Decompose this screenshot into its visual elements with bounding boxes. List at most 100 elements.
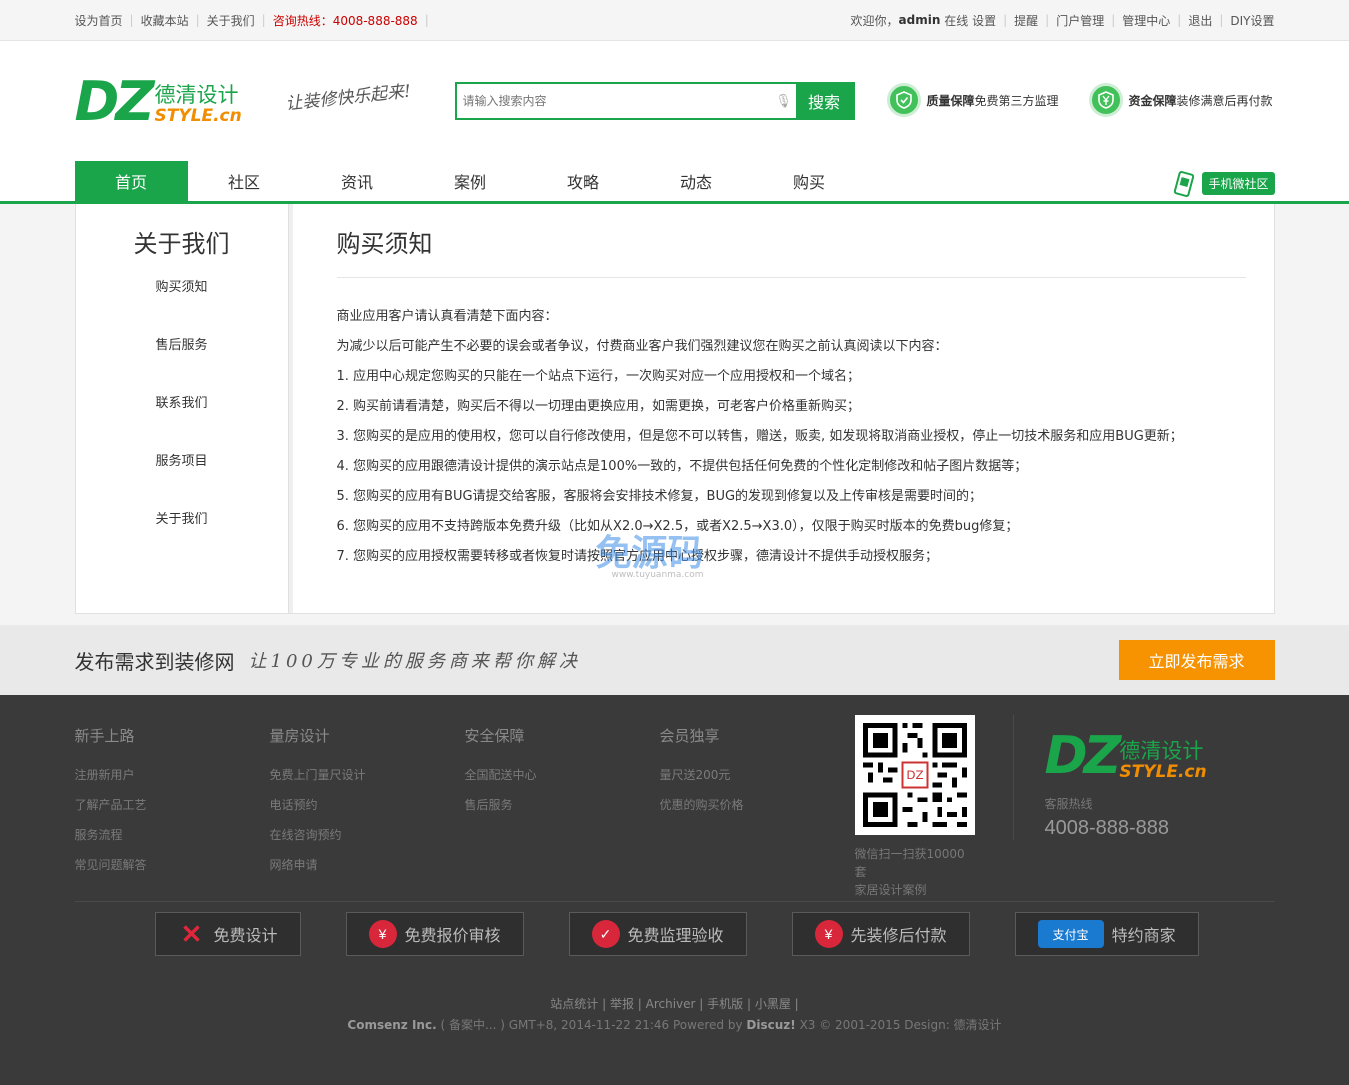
footer-links: 站点统计 | 举报 | Archiver | 手机版 | 小黑屋 |	[550, 997, 799, 1011]
article-line: 4. 您购买的应用跟德清设计提供的演示站点是100%一致的，不提供包括任何免费的…	[336, 459, 1028, 474]
slogan: 让装修快乐起来!	[284, 81, 412, 115]
online-status: 在线	[944, 13, 969, 28]
search-button[interactable]: 搜索	[795, 84, 853, 118]
nav-buy[interactable]: 购买	[753, 161, 866, 201]
stats-link[interactable]: 站点统计	[550, 997, 598, 1011]
sidebar-item-contact[interactable]: 联系我们	[76, 393, 288, 451]
footer-logo: DZ 德清设计 STYLE.cn	[1045, 730, 1207, 782]
footer-link[interactable]: 常见问题解答	[75, 850, 270, 880]
logout-link[interactable]: 退出	[1188, 12, 1212, 29]
diy-settings-link[interactable]: DIY设置	[1230, 12, 1274, 29]
footer-link[interactable]: 注册新用户	[75, 760, 270, 790]
article: 购买须知 商业应用客户请认真看清楚下面内容： 为减少以后可能产生不必要的误会或者…	[293, 204, 1274, 613]
username-link[interactable]: admin	[899, 13, 941, 27]
publish-request-button[interactable]: 立即发布需求	[1118, 640, 1275, 680]
service-label: 免费报价审核	[404, 928, 501, 945]
cross-icon: ✕	[180, 918, 203, 949]
footer-link[interactable]: 售后服务	[465, 790, 660, 820]
search-box: 🎙 搜索	[454, 82, 855, 120]
site-logo[interactable]: DZ 德清设计 STYLE.cn	[74, 70, 242, 133]
nav-community[interactable]: 社区	[188, 161, 301, 201]
logo-cn: 德清设计	[154, 83, 239, 107]
article-line: 7. 您购买的应用授权需要转移或者恢复时请按照官方应用中心授权步骤，德清设计不提…	[336, 549, 939, 564]
free-quote-review-badge[interactable]: ¥ 免费报价审核	[345, 912, 524, 956]
footer-divider-vertical	[1012, 715, 1014, 840]
footer-link[interactable]: 了解产品工艺	[75, 790, 270, 820]
footer-link[interactable]: 电话预约	[270, 790, 465, 820]
footer-link[interactable]: 全国配送中心	[465, 760, 660, 790]
footer-link[interactable]: 服务流程	[75, 820, 270, 850]
top-bar-left: 设为首页 | 收藏本站 | 关于我们 | 咨询热线：4008-888-888 |	[74, 12, 429, 29]
hotline-label: 客服热线	[1044, 797, 1093, 811]
nav-news[interactable]: 资讯	[301, 161, 414, 201]
special-merchant-badge[interactable]: 支付宝 特约商家	[1014, 912, 1199, 956]
mobile-community-link[interactable]: 手机微社区	[1172, 170, 1275, 197]
svg-text:DZ: DZ	[906, 768, 923, 782]
copy-icp: ( 备案中... )	[440, 1018, 505, 1032]
settings-link[interactable]: 设置	[972, 12, 996, 29]
shield-icon	[886, 83, 921, 117]
sidebar-item-services[interactable]: 服务项目	[76, 451, 288, 509]
copyright: Comsenz Inc. ( 备案中... ) GMT+8, 2014-11-2…	[75, 1016, 1275, 1033]
service-label: 特约商家	[1111, 928, 1176, 945]
mobile-link[interactable]: 手机版	[707, 997, 743, 1011]
nav-home[interactable]: 首页	[74, 161, 188, 201]
article-line: 3. 您购买的是应用的使用权，您可以自行修改使用，但是您不可以转售，赠送，贩卖,…	[336, 429, 1183, 444]
hotline-number: 4008-888-888	[1044, 817, 1170, 839]
nav-cases[interactable]: 案例	[414, 161, 527, 201]
microphone-icon[interactable]: 🎙	[772, 84, 796, 118]
sidebar-item-purchase-notice[interactable]: 购买须知	[76, 277, 288, 335]
footer-logo-dz: DZ	[1044, 726, 1122, 786]
nav-guides[interactable]: 攻略	[527, 161, 640, 201]
discuz-link[interactable]: Discuz!	[746, 1018, 795, 1032]
footer-link[interactable]: 免费上门量尺设计	[270, 760, 465, 790]
qr-caption-line1: 微信扫一扫获10000套	[854, 847, 965, 879]
blackroom-link[interactable]: 小黑屋	[755, 997, 791, 1011]
sidebar-item-about[interactable]: 关于我们	[76, 509, 288, 567]
guarantee2-title: 资金保障	[1128, 93, 1177, 108]
footer-link[interactable]: 量尺送200元	[660, 760, 855, 790]
top-bar: 设为首页 | 收藏本站 | 关于我们 | 咨询热线：4008-888-888 | 欢迎你…	[0, 0, 1349, 41]
footer-col-design: 量房设计 免费上门量尺设计 电话预约 在线咨询预约 网络申请	[270, 725, 465, 880]
footer-col-title: 量房设计	[269, 728, 330, 745]
article-line: 1. 应用中心规定您购买的只能在一个站点下运行，一次购买对应一个应用授权和一个域…	[336, 369, 861, 384]
free-design-badge[interactable]: ✕ 免费设计	[154, 912, 301, 956]
service-label: 免费监理验收	[627, 928, 724, 945]
moneybag-icon: ¥	[814, 920, 843, 948]
sidebar-item-after-sales[interactable]: 售后服务	[76, 335, 288, 393]
footer-link[interactable]: 优惠的购买价格	[660, 790, 855, 820]
report-link[interactable]: 举报	[610, 997, 634, 1011]
admin-center-link[interactable]: 管理中心	[1122, 12, 1170, 29]
publish-banner: 发布需求到装修网 让100万专业的服务商来帮你解决 立即发布需求	[0, 625, 1349, 695]
footer-link[interactable]: 在线咨询预约	[270, 820, 465, 850]
portal-admin-link[interactable]: 门户管理	[1056, 12, 1104, 29]
copy-version: X3 © 2001-2015 Design: 德清设计	[799, 1018, 1002, 1032]
search-input[interactable]	[456, 84, 772, 118]
pay-after-badge[interactable]: ¥ 先装修后付款	[791, 912, 970, 956]
set-homepage-link[interactable]: 设为首页	[75, 12, 123, 29]
footer-col-title: 会员独享	[659, 728, 720, 745]
mobile-community-label: 手机微社区	[1202, 171, 1275, 195]
nav-dynamics[interactable]: 动态	[640, 161, 753, 201]
inspector-icon: ✓	[591, 920, 620, 948]
bookmark-link[interactable]: 收藏本站	[141, 12, 189, 29]
footer-col-member: 会员独享 量尺送200元 优惠的购买价格	[660, 725, 855, 880]
page-title: 购买须知	[336, 224, 1246, 278]
welcome-text: 欢迎你，	[850, 13, 899, 28]
footer-col-security: 安全保障 全国配送中心 售后服务	[465, 725, 660, 880]
footer-logo-en: STYLE.cn	[1119, 762, 1207, 782]
logo-dz: DZ	[74, 70, 155, 133]
copy-company: Comsenz Inc.	[347, 1018, 437, 1032]
about-link[interactable]: 关于我们	[207, 12, 255, 29]
article-line: 为减少以后可能产生不必要的误会或者争议，付费商业客户我们强烈建议您在购买之前认真…	[336, 339, 948, 354]
free-inspection-badge[interactable]: ✓ 免费监理验收	[568, 912, 747, 956]
footer-col-title: 安全保障	[464, 728, 525, 745]
footer-link[interactable]: 网络申请	[270, 850, 465, 880]
notify-link[interactable]: 提醒	[1014, 12, 1038, 29]
guarantee1-title: 质量保障	[926, 93, 975, 108]
sidebar-title: 关于我们	[133, 231, 230, 258]
archiver-link[interactable]: Archiver	[646, 997, 696, 1011]
footer-divider	[74, 901, 1275, 902]
footer-col-newbie: 新手上路 注册新用户 了解产品工艺 服务流程 常见问题解答	[75, 725, 270, 880]
main-nav: 首页 社区 资讯 案例 攻略 动态 购买 手机微社区	[0, 161, 1349, 204]
